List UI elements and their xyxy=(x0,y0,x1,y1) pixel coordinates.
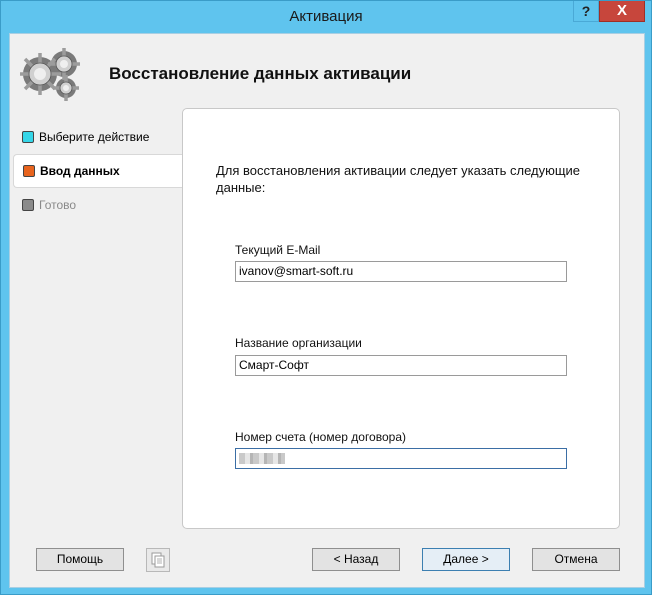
help-button[interactable]: Помощь xyxy=(36,548,124,571)
step-status-icon xyxy=(22,199,34,211)
step-status-icon xyxy=(23,165,35,177)
step-done: Готово xyxy=(10,188,184,222)
next-button[interactable]: Далее > xyxy=(422,548,510,571)
step-data-entry: Ввод данных xyxy=(13,154,184,188)
step-status-icon xyxy=(22,131,34,143)
redacted-value xyxy=(239,453,285,464)
close-button[interactable]: X xyxy=(599,1,645,22)
copy-glyph xyxy=(151,552,165,568)
account-number-label: Номер счета (номер договора) xyxy=(235,430,406,444)
step-label: Готово xyxy=(39,198,77,212)
organization-field[interactable]: Смарт-Софт xyxy=(235,355,567,376)
step-label: Ввод данных xyxy=(40,164,120,178)
cancel-button[interactable]: Отмена xyxy=(532,548,620,571)
page-title: Восстановление данных активации xyxy=(109,64,412,83)
organization-label: Название организации xyxy=(235,336,362,350)
back-button[interactable]: < Назад xyxy=(312,548,400,571)
form-panel: Для восстановления активации следует ука… xyxy=(182,108,620,529)
window-title: Активация xyxy=(289,8,363,25)
activation-window: Активация ? X Восстановление данных акти… xyxy=(0,0,652,595)
account-number-field[interactable] xyxy=(235,448,567,469)
help-title-button[interactable]: ? xyxy=(573,1,599,22)
step-choose-action: Выберите действие xyxy=(10,120,184,154)
email-label: Текущий E-Mail xyxy=(235,243,321,257)
instruction-text: Для восстановления активации следует ука… xyxy=(216,163,581,195)
dialog-client-area: Восстановление данных активации Выберите… xyxy=(9,33,645,588)
step-label: Выберите действие xyxy=(39,130,150,144)
title-bar[interactable]: Активация ? X xyxy=(1,1,651,33)
copy-icon[interactable] xyxy=(146,548,170,572)
email-field[interactable]: ivanov@smart-soft.ru xyxy=(235,261,567,282)
wizard-header: Восстановление данных активации xyxy=(10,34,644,108)
gears-icon xyxy=(20,48,80,101)
wizard-steps: Выберите действие Ввод данных Готово xyxy=(10,120,184,222)
